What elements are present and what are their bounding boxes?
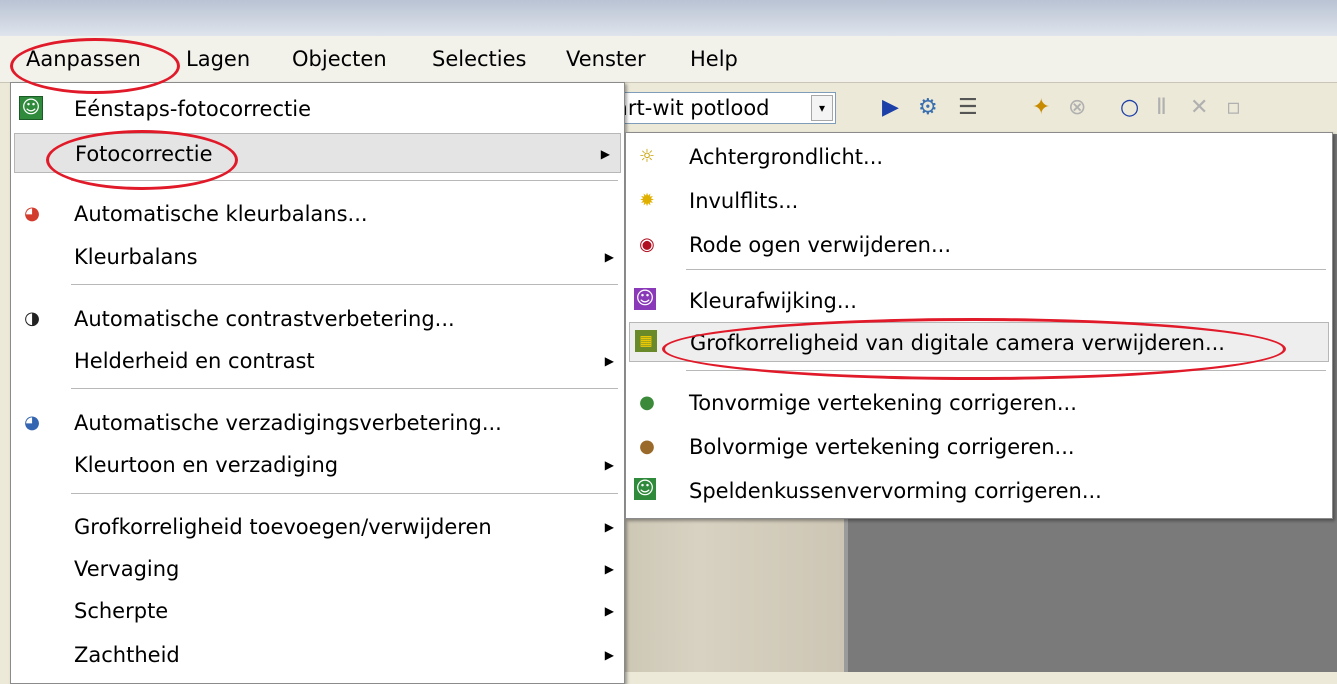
- camera-noise-icon: ▦: [635, 330, 657, 352]
- backlight-icon: ☼: [638, 146, 656, 167]
- submenu-arrow-icon: ▶: [604, 604, 614, 618]
- submenu-arrow-icon: ▶: [604, 648, 614, 662]
- menu-item-eenstaps-fotocorrectie[interactable]: ☺ Eénstaps-fotocorrectie: [11, 89, 624, 129]
- contrast-icon: ◑: [24, 308, 40, 329]
- menu-item-achtergrondlicht[interactable]: ☼ Achtergrondlicht...: [626, 137, 1332, 177]
- record-icon[interactable]: ○: [1120, 96, 1139, 120]
- stop-icon[interactable]: ✕: [1190, 96, 1208, 120]
- photo-person-icon: ☺: [19, 96, 43, 120]
- menu-item-automatische-verzadigingsverbetering[interactable]: ◕ Automatische verzadigingsverbetering..…: [11, 403, 624, 443]
- pincushion-icon: ☺: [634, 478, 656, 500]
- red-eye-icon: ◉: [639, 234, 655, 255]
- fotocorrectie-submenu: ☼ Achtergrondlicht... ✹ Invulflits... ◉ …: [625, 132, 1333, 519]
- cancel-icon[interactable]: ⊗: [1068, 96, 1086, 120]
- save-icon[interactable]: ▫: [1226, 96, 1241, 120]
- menu-item-bolvormige-vertekening[interactable]: ● Bolvormige vertekening corrigeren...: [626, 427, 1332, 467]
- menu-aanpassen[interactable]: Aanpassen: [20, 44, 147, 74]
- chromatic-aberration-icon: ☺: [634, 288, 656, 310]
- menu-item-helderheid-en-contrast[interactable]: Helderheid en contrast ▶: [11, 341, 624, 381]
- menu-item-rode-ogen[interactable]: ◉ Rode ogen verwijderen...: [626, 225, 1332, 265]
- play-icon[interactable]: ▶: [882, 96, 899, 120]
- menu-separator: [71, 180, 618, 181]
- submenu-arrow-icon: ▶: [604, 562, 614, 576]
- menu-objecten[interactable]: Objecten: [286, 44, 393, 74]
- color-balance-icon: ◕: [24, 203, 40, 224]
- menu-selecties[interactable]: Selecties: [426, 44, 532, 74]
- menu-item-grofkorreligheid[interactable]: Grofkorreligheid toevoegen/verwijderen ▶: [11, 507, 624, 547]
- menu-item-invulflits[interactable]: ✹ Invulflits...: [626, 181, 1332, 221]
- preset-combo[interactable]: art-wit potlood ▾: [610, 92, 836, 124]
- script-icon[interactable]: ⚙: [918, 96, 938, 120]
- menu-item-kleurafwijking[interactable]: ☺ Kleurafwijking...: [626, 281, 1332, 321]
- submenu-arrow-icon: ▶: [600, 147, 610, 161]
- fisheye-distortion-icon: ●: [639, 436, 655, 457]
- pause-icon[interactable]: Ⅱ: [1156, 96, 1167, 120]
- menu-help[interactable]: Help: [684, 44, 744, 74]
- menu-separator: [686, 370, 1326, 371]
- submenu-arrow-icon: ▶: [604, 520, 614, 534]
- fill-flash-icon: ✹: [639, 190, 655, 211]
- window-title-bar: [0, 0, 1337, 36]
- toolbar: art-wit potlood ▾ ▶ ⚙ ☰ ✦ ⊗ ○ Ⅱ ✕ ▫: [600, 84, 1337, 134]
- menu-item-vervaging[interactable]: Vervaging ▶: [11, 549, 624, 589]
- saturation-icon: ◕: [24, 412, 40, 433]
- submenu-arrow-icon: ▶: [604, 354, 614, 368]
- aanpassen-menu: ☺ Eénstaps-fotocorrectie Fotocorrectie ▶…: [10, 82, 625, 684]
- menu-venster[interactable]: Venster: [560, 44, 652, 74]
- submenu-arrow-icon: ▶: [604, 250, 614, 264]
- menu-item-automatische-contrastverbetering[interactable]: ◑ Automatische contrastverbetering...: [11, 299, 624, 339]
- menu-item-fotocorrectie[interactable]: Fotocorrectie ▶: [14, 133, 621, 173]
- menu-item-scherpte[interactable]: Scherpte ▶: [11, 591, 624, 631]
- menu-item-tonvormige-vertekening[interactable]: ● Tonvormige vertekening corrigeren...: [626, 383, 1332, 423]
- menu-separator: [71, 284, 618, 285]
- menu-separator: [71, 493, 618, 494]
- preset-combo-value: art-wit potlood: [615, 96, 770, 120]
- menu-bar: Aanpassen Lagen Objecten Selecties Venst…: [0, 36, 1337, 83]
- menu-item-kleurbalans[interactable]: Kleurbalans ▶: [11, 237, 624, 277]
- menu-item-automatische-kleurbalans[interactable]: ◕ Automatische kleurbalans...: [11, 194, 624, 234]
- menu-item-grofkorreligheid-camera[interactable]: ▦ Grofkorreligheid van digitale camera v…: [629, 322, 1329, 362]
- chevron-down-icon[interactable]: ▾: [811, 95, 833, 121]
- menu-item-zachtheid[interactable]: Zachtheid ▶: [11, 635, 624, 675]
- menu-separator: [686, 269, 1326, 270]
- edit-script-icon[interactable]: ☰: [958, 96, 978, 120]
- menu-lagen[interactable]: Lagen: [180, 44, 256, 74]
- menu-separator: [71, 388, 618, 389]
- run-script-icon[interactable]: ✦: [1032, 96, 1050, 120]
- barrel-distortion-icon: ●: [639, 392, 655, 413]
- submenu-arrow-icon: ▶: [604, 458, 614, 472]
- menu-item-speldenkussenvervorming[interactable]: ☺ Speldenkussenvervorming corrigeren...: [626, 471, 1332, 511]
- menu-item-kleurtoon-en-verzadiging[interactable]: Kleurtoon en verzadiging ▶: [11, 445, 624, 485]
